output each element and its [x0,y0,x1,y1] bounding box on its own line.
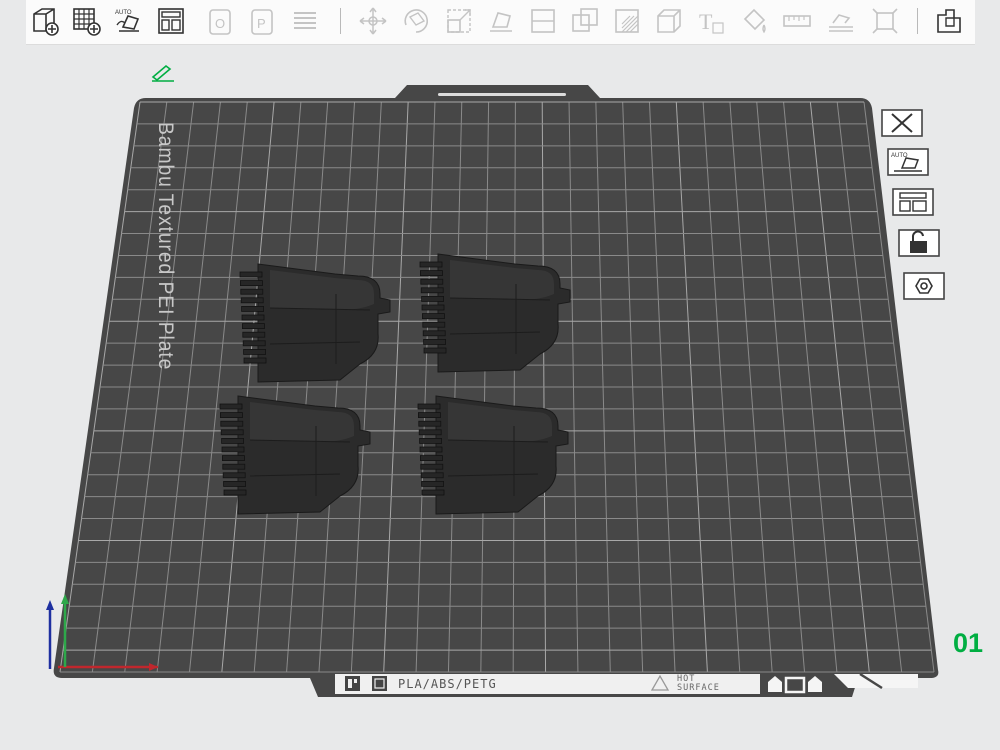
measure-button[interactable] [780,4,814,38]
move-icon [359,7,387,35]
color-paint-icon [743,8,766,34]
plate-info-bar: PLA/ABS/PETG HOT SURFACE [342,674,752,694]
add-object-icon [33,8,59,36]
lock-plate-icon [898,229,940,257]
text-button[interactable]: T [694,4,728,38]
assembly-icon [829,14,853,32]
delete-plate-icon [881,109,923,137]
toolbar-separator [340,8,341,34]
plate-handle [438,93,566,96]
boolean-icon [572,8,598,32]
arrange-plate-button[interactable] [891,187,935,217]
rotate-icon [404,9,428,33]
hot-surface-text: HOT SURFACE [677,675,720,693]
main-toolbar: AUTO O P T [26,0,975,45]
filament-info-text: PLA/ABS/PETG [398,677,497,691]
rotate-button[interactable] [399,4,433,38]
text-icon: T [699,9,724,34]
plate-surface [53,85,939,697]
add-object-button[interactable] [28,4,62,38]
measure-icon [783,15,811,27]
lock-plate-button[interactable] [897,228,941,258]
boolean-button[interactable] [568,4,602,38]
text-badge: T [699,9,713,34]
layers-button[interactable] [288,4,322,38]
delete-plate-button[interactable] [880,108,924,138]
plate-index-label: 01 [953,628,984,658]
scale-icon [447,9,471,33]
add-plate-button[interactable] [69,4,103,38]
split-parts-icon: P [251,9,273,35]
seam-paint-button[interactable] [652,4,686,38]
assembly-button[interactable] [824,4,858,38]
support-paint-icon [615,9,639,33]
simplify-button[interactable] [868,4,902,38]
split-objects-button[interactable]: O [204,4,238,38]
svg-text:O: O [215,16,225,31]
cut-icon [531,9,555,33]
auto-badge: AUTO [115,10,132,16]
auto-orient-icon: AUTO [115,10,140,32]
plate-settings-button[interactable] [902,271,946,301]
lay-on-face-button[interactable] [484,4,518,38]
arrange-icon [158,8,184,34]
3d-viewport[interactable]: Bambu Textured PEI Plate PLA/ABS/PETG HO… [0,44,1000,750]
seam-paint-icon [657,9,681,33]
move-button[interactable] [356,4,390,38]
split-parts-button[interactable]: P [246,4,280,38]
add-plate-icon [73,8,101,36]
build-plate [46,85,939,697]
auto-orient-plate-button[interactable]: AUTO [886,147,930,177]
lay-on-face-icon [490,12,512,32]
simplify-icon [872,8,898,34]
assembly-view-icon [937,9,961,33]
svg-text:P: P [257,16,266,31]
cut-button[interactable] [526,4,560,38]
scale-button[interactable] [442,4,476,38]
plate-type-label: Bambu Textured PEI Plate [154,122,177,371]
toolbar-separator [917,8,918,34]
plate-settings-icon [903,272,945,300]
arrange-button[interactable] [154,4,188,38]
split-objects-icon: O [209,9,231,35]
support-paint-button[interactable] [610,4,644,38]
hot-surface-line-2: SURFACE [677,683,720,693]
auto-orient-plate-icon: AUTO [887,148,929,176]
layers-icon [294,12,316,29]
arrange-plate-icon [892,188,934,216]
auto-orient-button[interactable]: AUTO [112,4,146,38]
color-paint-button[interactable] [738,4,772,38]
assembly-view-button[interactable] [932,4,966,38]
